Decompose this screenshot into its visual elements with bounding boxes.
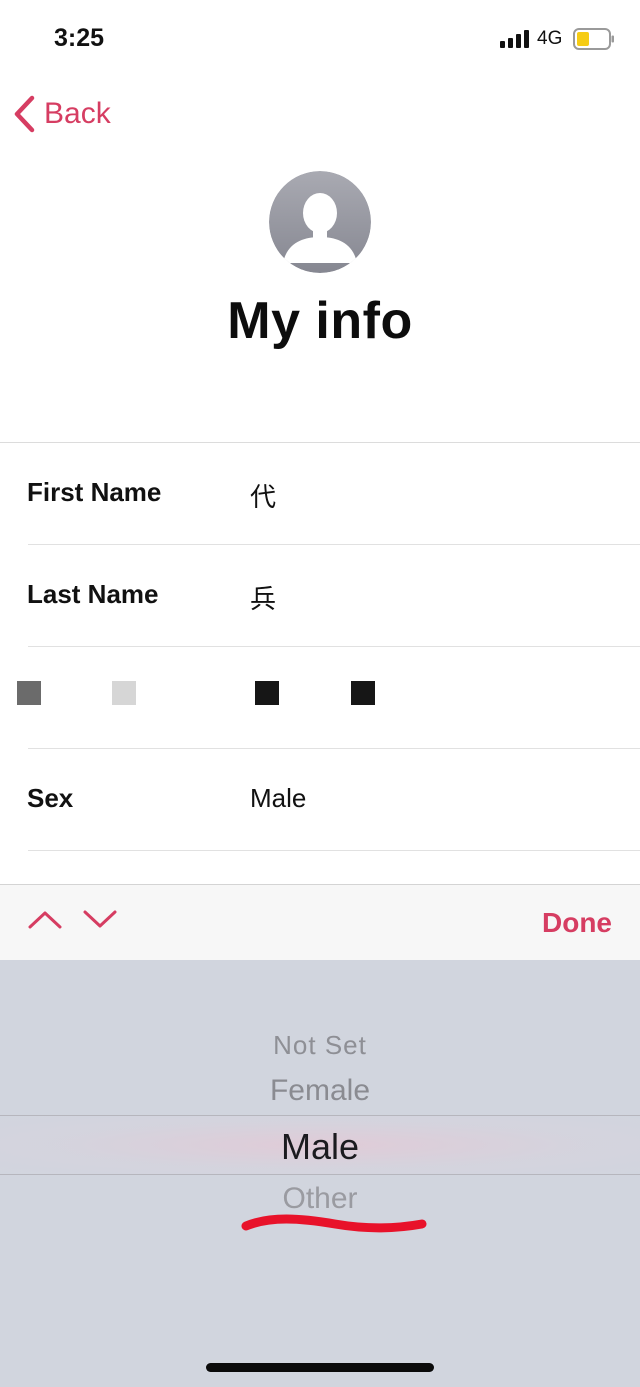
redacted-block <box>17 681 41 705</box>
redacted-block <box>255 681 279 705</box>
network-label: 4G <box>537 28 563 49</box>
redacted-block <box>351 681 375 705</box>
row-divider <box>28 850 640 851</box>
first-name-row[interactable]: First Name 代 <box>0 443 640 545</box>
chevron-left-icon <box>14 95 35 133</box>
sex-row[interactable]: Sex Male <box>0 749 640 851</box>
chevron-up-icon[interactable] <box>27 907 63 931</box>
sex-picker[interactable]: Not Set Female Male Other <box>0 960 640 1387</box>
sex-label: Sex <box>27 783 74 813</box>
input-toolbar: Done <box>0 884 640 961</box>
picker-option-other[interactable]: Other <box>0 1182 640 1216</box>
last-name-label: Last Name <box>27 579 159 609</box>
battery-icon <box>573 28 614 50</box>
back-label: Back <box>44 97 111 130</box>
first-name-field[interactable]: 代 <box>250 477 276 514</box>
last-name-row[interactable]: Last Name 兵 <box>0 545 640 647</box>
status-bar: 3:25 4G <box>0 0 640 80</box>
redacted-block <box>112 681 136 705</box>
last-name-field[interactable]: 兵 <box>250 579 276 616</box>
picker-option-female[interactable]: Female <box>0 1074 640 1108</box>
picker-option-male[interactable]: Male <box>0 1126 640 1168</box>
signal-icon <box>500 30 529 48</box>
redacted-row[interactable] <box>0 647 640 749</box>
red-underline-annotation <box>241 1214 427 1233</box>
sex-field[interactable]: Male <box>250 783 306 814</box>
status-time: 3:25 <box>54 24 105 52</box>
avatar[interactable] <box>269 171 371 273</box>
back-button[interactable]: Back <box>12 92 111 136</box>
picker-option-not-set[interactable]: Not Set <box>0 1030 640 1061</box>
page-title: My info <box>227 292 413 350</box>
home-indicator <box>206 1363 434 1372</box>
chevron-down-icon[interactable] <box>82 907 118 931</box>
person-silhouette-icon <box>269 171 371 273</box>
done-button[interactable]: Done <box>542 907 612 939</box>
first-name-label: First Name <box>27 477 162 507</box>
info-form: First Name 代 Last Name 兵 Sex Male <box>0 442 640 885</box>
